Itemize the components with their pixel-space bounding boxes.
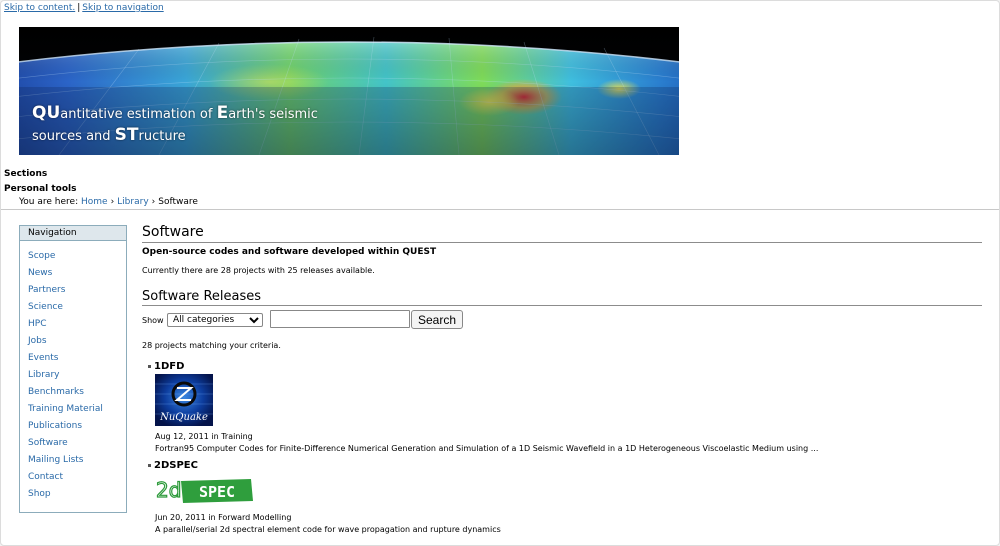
breadcrumb-separator: › xyxy=(151,197,156,207)
skip-to-content-link[interactable]: Skip to content. xyxy=(4,3,75,13)
project-date: Aug 12, 2011 xyxy=(155,432,209,441)
project-description: Fortran95 Computer Codes for Finite-Diff… xyxy=(155,444,819,453)
nav-link-training-material[interactable]: Training Material xyxy=(28,404,103,414)
nav-item-science: Science xyxy=(28,299,126,316)
search-input[interactable] xyxy=(270,310,410,328)
nav-item-mailing-lists: Mailing Lists xyxy=(28,452,126,469)
project-description: A parallel/serial 2d spectral element co… xyxy=(155,525,501,534)
nav-item-library: Library xyxy=(28,367,126,384)
matching-count: 28 projects matching your criteria. xyxy=(142,341,281,350)
nav-link-library[interactable]: Library xyxy=(28,370,59,380)
page-description: Open-source codes and software developed… xyxy=(142,247,437,257)
nav-item-hpc: HPC xyxy=(28,316,126,333)
nav-link-news[interactable]: News xyxy=(28,268,52,278)
filter-bar: Show All categories Search xyxy=(142,310,982,330)
nuquake-logo-text: NuQuake xyxy=(159,412,208,423)
nav-link-software[interactable]: Software xyxy=(28,438,68,448)
2dspec-logo-icon: 2d SPEC xyxy=(155,477,253,503)
project-logo-nuquake[interactable]: NuQuake xyxy=(155,374,982,430)
project-title-row: 2DSPEC xyxy=(148,459,982,472)
nav-link-benchmarks[interactable]: Benchmarks xyxy=(28,387,84,397)
project-in: in xyxy=(211,432,219,441)
breadcrumb-separator: › xyxy=(110,197,115,207)
project-title-link[interactable]: 1DFD xyxy=(154,361,184,372)
sections-heading: Sections xyxy=(4,169,48,179)
project-category: Training xyxy=(221,432,253,441)
nav-item-scope: Scope xyxy=(28,248,126,265)
nav-item-news: News xyxy=(28,265,126,282)
breadcrumb-current: Software xyxy=(158,197,198,207)
category-select[interactable]: All categories xyxy=(167,313,263,327)
nav-link-mailing-lists[interactable]: Mailing Lists xyxy=(28,455,83,465)
nav-link-shop[interactable]: Shop xyxy=(28,489,51,499)
nav-link-science[interactable]: Science xyxy=(28,302,63,312)
navigation-portlet-title: Navigation xyxy=(20,226,126,241)
breadcrumb-prefix: You are here: xyxy=(19,197,79,207)
nav-link-scope[interactable]: Scope xyxy=(28,251,55,261)
nav-item-events: Events xyxy=(28,350,126,367)
releases-heading: Software Releases xyxy=(142,288,982,306)
nav-item-training-material: Training Material xyxy=(28,401,126,418)
nav-item-partners: Partners xyxy=(28,282,126,299)
main-content: Software Open-source codes and software … xyxy=(142,223,982,534)
bullet-icon xyxy=(148,463,151,467)
search-button[interactable]: Search xyxy=(411,310,463,329)
navigation-list: Scope News Partners Science HPC Jobs Eve… xyxy=(20,241,126,503)
nav-link-publications[interactable]: Publications xyxy=(28,421,82,431)
project-category: Forward Modelling xyxy=(218,513,292,522)
bullet-icon xyxy=(148,364,151,368)
show-label: Show xyxy=(142,316,164,325)
nav-link-contact[interactable]: Contact xyxy=(28,472,63,482)
project-in: in xyxy=(208,513,216,522)
nav-link-partners[interactable]: Partners xyxy=(28,285,65,295)
skip-to-navigation-link[interactable]: Skip to navigation xyxy=(82,3,163,13)
page: Skip to content. | Skip to navigation QU… xyxy=(0,0,1000,546)
tagline-text-3: sources and xyxy=(32,129,115,144)
nav-link-hpc[interactable]: HPC xyxy=(28,319,46,329)
project-meta: Aug 12, 2011 in Training xyxy=(155,432,982,441)
page-title: Software xyxy=(142,223,982,243)
nav-item-jobs: Jobs xyxy=(28,333,126,350)
personal-tools-heading: Personal tools xyxy=(4,184,77,194)
nav-link-jobs[interactable]: Jobs xyxy=(28,336,47,346)
2dspec-logo-prefix: 2d xyxy=(156,478,181,502)
header-divider xyxy=(1,209,999,210)
project-meta: Jun 20, 2011 in Forward Modelling xyxy=(155,513,982,522)
nav-item-shop: Shop xyxy=(28,486,126,503)
breadcrumb-home-link[interactable]: Home xyxy=(81,197,108,207)
tagline-cap-st: ST xyxy=(114,125,139,145)
project-date: Jun 20, 2011 xyxy=(155,513,206,522)
skip-links: Skip to content. | Skip to navigation xyxy=(4,3,164,13)
project-item: 2DSPEC 2d SPEC Jun 20, 2011 in Forward M… xyxy=(148,459,982,534)
breadcrumb: You are here: Home › Library › Software xyxy=(19,197,198,207)
project-summary: Currently there are 28 projects with 25 … xyxy=(142,266,375,275)
tagline-cap-qu: QU xyxy=(32,103,61,123)
nuquake-logo-icon: NuQuake xyxy=(155,374,213,426)
site-banner[interactable]: QUantitative estimation of Earth's seism… xyxy=(19,27,679,155)
tagline-cap-e: E xyxy=(216,103,229,123)
project-title-row: 1DFD xyxy=(148,360,982,373)
banner-tagline: QUantitative estimation of Earth's seism… xyxy=(32,103,318,147)
skip-links-separator: | xyxy=(77,3,81,13)
tagline-text-1: antitative estimation of xyxy=(60,107,217,122)
tagline-text-2: arth's seismic xyxy=(228,107,318,122)
nav-item-publications: Publications xyxy=(28,418,126,435)
project-logo-2dspec[interactable]: 2d SPEC xyxy=(155,473,982,511)
nav-item-software: Software xyxy=(28,435,126,452)
tagline-text-4: ructure xyxy=(138,129,186,144)
nav-item-contact: Contact xyxy=(28,469,126,486)
nav-link-events[interactable]: Events xyxy=(28,353,58,363)
navigation-portlet: Navigation Scope News Partners Science H… xyxy=(19,225,127,513)
2dspec-logo-text: SPEC xyxy=(199,483,235,501)
project-item: 1DFD NuQuake Aug 12, 2011 in Training Fo… xyxy=(148,360,982,453)
nav-item-benchmarks: Benchmarks xyxy=(28,384,126,401)
project-title-link[interactable]: 2DSPEC xyxy=(154,460,198,471)
breadcrumb-library-link[interactable]: Library xyxy=(117,197,148,207)
